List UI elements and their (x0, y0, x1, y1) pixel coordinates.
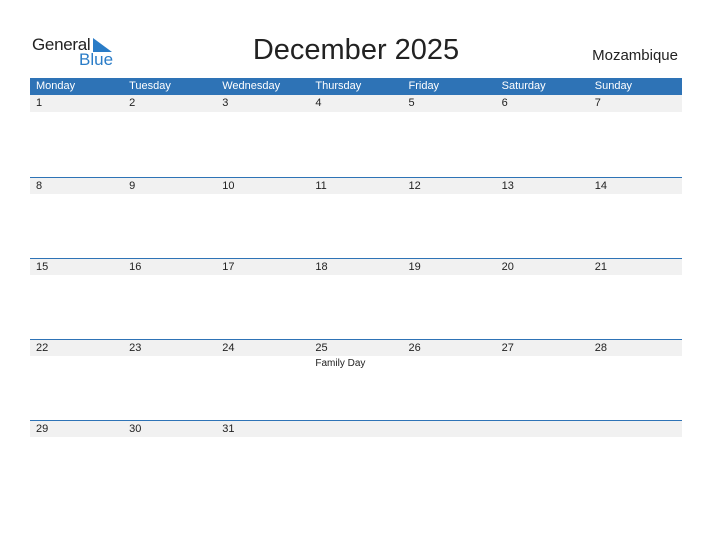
holiday-label (30, 112, 123, 114)
day-number: 15 (36, 261, 49, 273)
weekday-label: Tuesday (129, 80, 171, 92)
weekday-label: Wednesday (222, 80, 281, 92)
day-number: 7 (594, 97, 601, 109)
date-bar: 22 23 24 25 26 27 28 (30, 339, 682, 356)
holiday-label (123, 437, 216, 439)
holiday-label (403, 112, 496, 114)
day-number: 31 (222, 423, 235, 435)
holiday-label (216, 356, 309, 369)
holiday-label (216, 194, 309, 196)
holiday-label (496, 194, 589, 196)
day-number: 14 (594, 180, 607, 192)
holiday-label (123, 194, 216, 196)
day-number: 27 (501, 342, 514, 354)
day-number: 1 (36, 97, 43, 109)
holiday-label (589, 275, 682, 277)
holiday-label (403, 275, 496, 277)
holiday-label (30, 194, 123, 196)
holiday-label (403, 437, 496, 439)
calendar-grid: Monday Tuesday Wednesday Thursday Friday… (30, 78, 682, 437)
events-row (30, 275, 682, 277)
week-row: 15 16 17 18 19 20 21 (30, 258, 682, 339)
holiday-label (496, 112, 589, 114)
day-number: 18 (315, 261, 328, 273)
day-number: 4 (315, 97, 322, 109)
day-number (589, 421, 682, 437)
holiday-label (309, 194, 402, 196)
date-bar: 15 16 17 18 19 20 21 (30, 258, 682, 275)
date-bar: 29 30 31 (30, 420, 682, 437)
holiday-label (123, 356, 216, 369)
day-number (309, 421, 402, 437)
holiday-label (589, 356, 682, 369)
day-number: 20 (501, 261, 514, 273)
week-row: 8 9 10 11 12 13 14 (30, 177, 682, 258)
holiday-label (30, 275, 123, 277)
holiday-label (403, 356, 496, 369)
holiday-label: Family Day (315, 358, 366, 369)
holiday-label (216, 275, 309, 277)
day-number: 19 (408, 261, 421, 273)
day-number: 23 (129, 342, 142, 354)
weekday-label: Monday (36, 80, 76, 92)
day-number: 5 (408, 97, 415, 109)
week-row: 1 2 3 4 5 6 7 (30, 95, 682, 176)
day-number (403, 421, 496, 437)
events-row: Family Day (30, 356, 682, 369)
day-number: 25 (315, 342, 328, 354)
day-number: 12 (408, 180, 421, 192)
day-number: 13 (501, 180, 514, 192)
day-number: 3 (222, 97, 229, 109)
date-bar: 8 9 10 11 12 13 14 (30, 177, 682, 194)
day-number: 8 (36, 180, 43, 192)
country-label: Mozambique (592, 47, 678, 64)
day-number: 2 (129, 97, 136, 109)
day-number: 29 (36, 423, 49, 435)
day-number: 21 (594, 261, 607, 273)
events-row (30, 437, 682, 439)
date-bar: 1 2 3 4 5 6 7 (30, 95, 682, 112)
day-number: 30 (129, 423, 142, 435)
weekday-label: Thursday (315, 80, 362, 92)
holiday-label (309, 112, 402, 114)
holiday-label (123, 275, 216, 277)
weekday-label: Friday (408, 80, 440, 92)
week-row: 29 30 31 (30, 420, 682, 501)
day-number: 22 (36, 342, 49, 354)
holiday-label (403, 194, 496, 196)
week-row: 22 23 24 25 26 27 28 Family Day (30, 339, 682, 420)
holiday-label (30, 437, 123, 439)
day-number: 16 (129, 261, 142, 273)
weekday-header: Monday Tuesday Wednesday Thursday Friday… (30, 78, 682, 95)
weekday-label: Sunday (594, 80, 633, 92)
holiday-label (123, 112, 216, 114)
day-number: 9 (129, 180, 136, 192)
day-number: 6 (501, 97, 508, 109)
weekday-label: Saturday (501, 80, 546, 92)
day-number: 28 (594, 342, 607, 354)
holiday-label (496, 437, 589, 439)
holiday-label (496, 356, 589, 369)
holiday-label (589, 112, 682, 114)
events-row (30, 194, 682, 196)
day-number (496, 421, 589, 437)
holiday-label (309, 275, 402, 277)
day-number: 26 (408, 342, 421, 354)
holiday-label (589, 437, 682, 439)
day-number: 17 (222, 261, 235, 273)
holiday-label (309, 437, 402, 439)
day-number: 24 (222, 342, 235, 354)
events-row (30, 112, 682, 114)
day-number: 11 (315, 180, 327, 192)
holiday-label (496, 275, 589, 277)
day-number: 10 (222, 180, 235, 192)
holiday-label (216, 112, 309, 114)
holiday-label (589, 194, 682, 196)
holiday-label (216, 437, 309, 439)
holiday-label (30, 356, 123, 369)
